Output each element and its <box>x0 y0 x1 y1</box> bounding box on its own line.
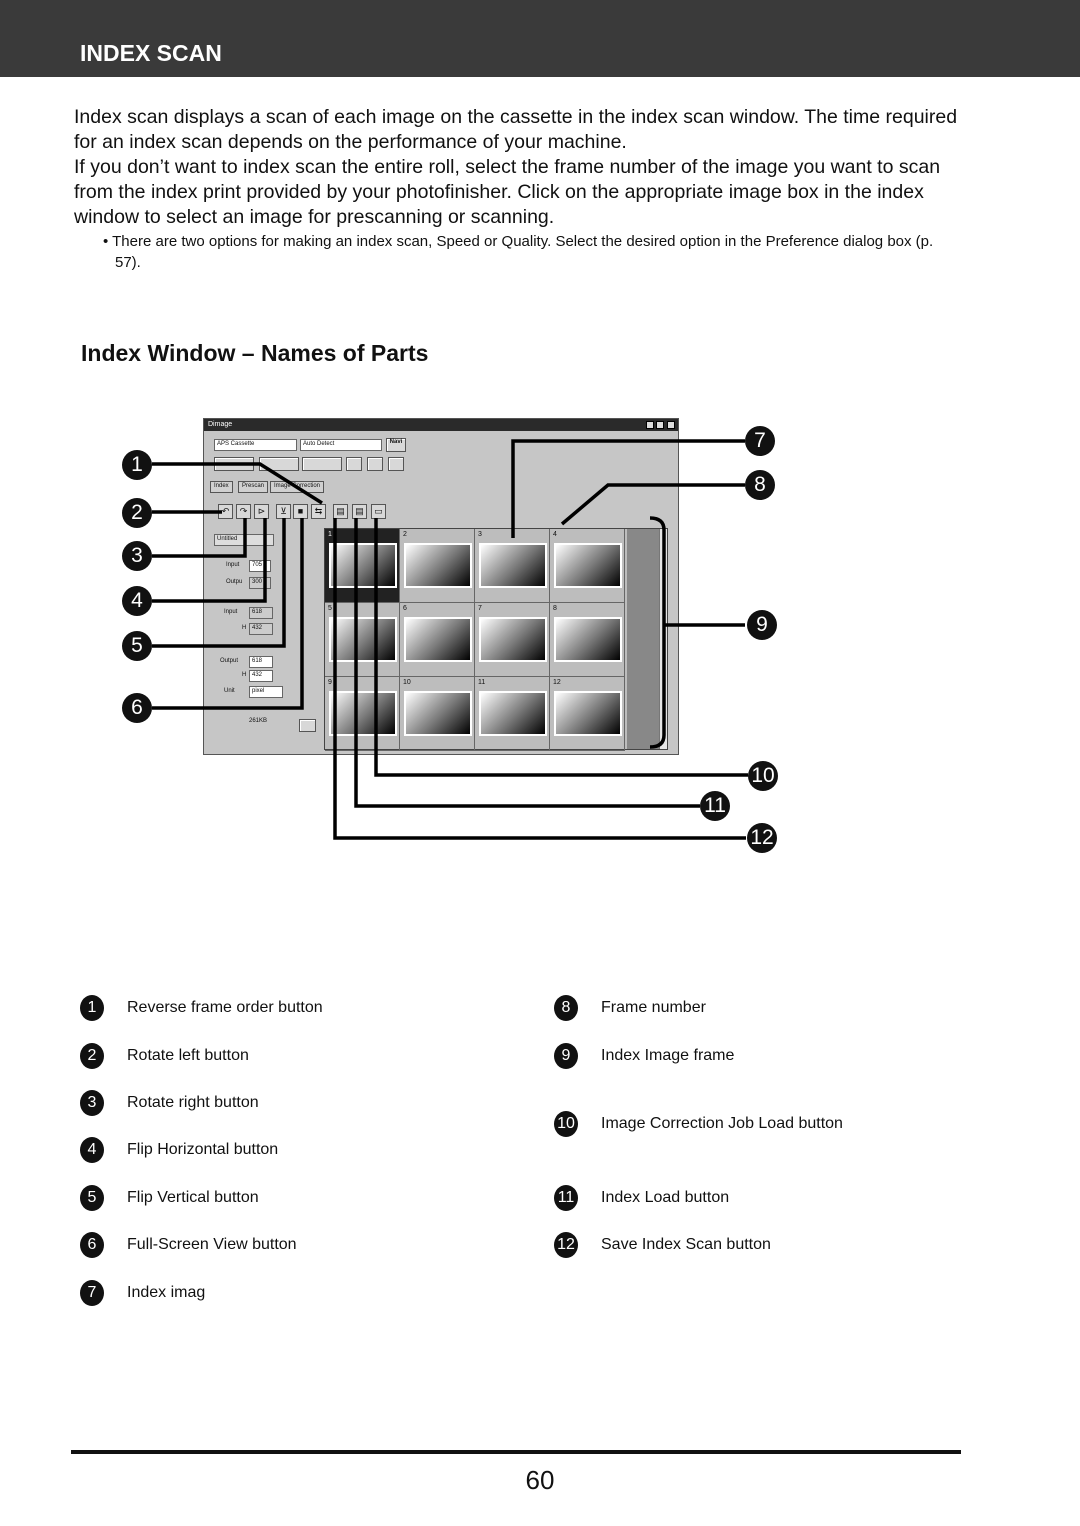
legend-number: 11 <box>554 1185 578 1211</box>
callout-number: 3 <box>122 541 152 571</box>
legend-label: Save Index Scan button <box>601 1236 771 1253</box>
legend-label: Index Load button <box>601 1189 730 1206</box>
footer-rule <box>71 1450 961 1454</box>
legend-number: 10 <box>554 1111 578 1137</box>
callout-number: 11 <box>700 791 730 821</box>
callout-number: 4 <box>122 586 152 616</box>
legend-label: Frame number <box>601 999 706 1016</box>
legend-label: Image Correction Job Load button <box>601 1115 843 1132</box>
legend-label: Index Image frame <box>601 1047 735 1064</box>
legend-number: 6 <box>80 1232 104 1258</box>
legend-number: 3 <box>80 1090 104 1116</box>
page-number: 60 <box>525 1465 555 1495</box>
callout-number: 6 <box>122 693 152 723</box>
legend-number: 8 <box>554 995 578 1021</box>
legend-number: 9 <box>554 1043 578 1069</box>
callout-number: 1 <box>122 450 152 480</box>
legend-label: Full-Screen View button <box>127 1236 297 1253</box>
callout-number: 8 <box>745 470 775 500</box>
legend-label: Reverse frame order button <box>127 999 323 1016</box>
legend-number: 7 <box>80 1280 104 1306</box>
legend-number: 4 <box>80 1137 104 1163</box>
callout-lines <box>152 439 748 840</box>
legend-label: Index imag <box>127 1284 206 1301</box>
callout-number: 2 <box>122 498 152 528</box>
legend-number: 12 <box>554 1232 578 1258</box>
callout-number: 12 <box>747 823 777 853</box>
callout-number: 5 <box>122 631 152 661</box>
legend-label: Flip Vertical button <box>127 1189 259 1206</box>
legend-label: Rotate left button <box>127 1047 249 1064</box>
legend-label: Flip Horizontal button <box>127 1141 279 1158</box>
callout-number: 10 <box>748 761 778 791</box>
legend-number: 1 <box>80 995 104 1021</box>
callout-number: 7 <box>745 426 775 456</box>
legend-number: 2 <box>80 1043 104 1069</box>
callout-number: 9 <box>747 610 777 640</box>
legend-number: 5 <box>80 1185 104 1211</box>
legend-label: Rotate right button <box>127 1094 259 1111</box>
